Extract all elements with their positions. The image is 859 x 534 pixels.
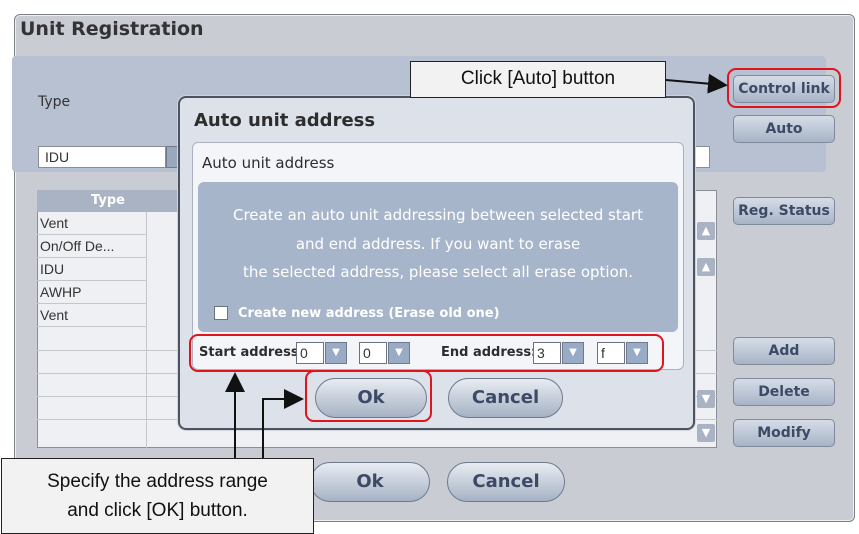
ok-arrow [262, 389, 304, 458]
auto-arrow [665, 73, 728, 94]
annotation-arrows [225, 73, 728, 458]
